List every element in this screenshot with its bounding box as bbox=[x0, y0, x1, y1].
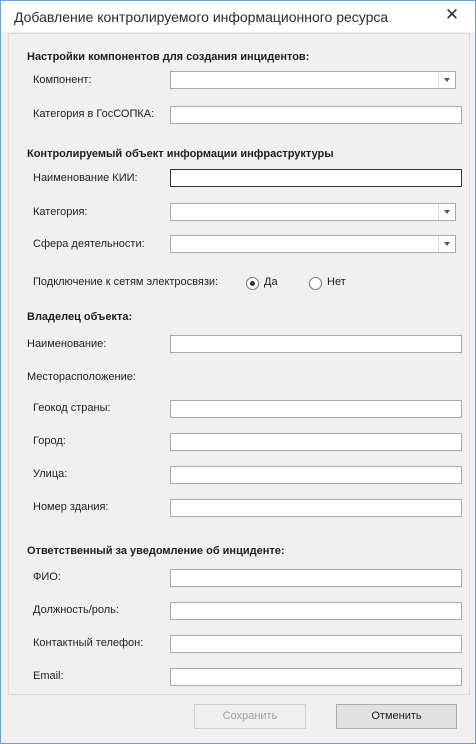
responsible-section-header: Ответственный за уведомление об инцидент… bbox=[27, 545, 285, 557]
city-label: Город: bbox=[33, 435, 66, 447]
gossopka-category-label: Категория в ГосСОПКА: bbox=[33, 108, 155, 120]
radio-selected-dot bbox=[250, 281, 255, 286]
email-field[interactable] bbox=[170, 668, 462, 686]
owner-section-header: Владелец объекта: bbox=[27, 311, 133, 323]
component-combo[interactable] bbox=[170, 71, 456, 89]
kii-category-combo[interactable] bbox=[170, 203, 456, 221]
combo-separator bbox=[438, 72, 439, 88]
owner-name-field[interactable] bbox=[170, 335, 462, 353]
fio-field[interactable] bbox=[170, 569, 462, 587]
role-label: Должность/роль: bbox=[33, 604, 119, 616]
role-field[interactable] bbox=[170, 602, 462, 620]
kii-category-label: Категория: bbox=[33, 206, 88, 218]
network-connection-label: Подключение к сетям электросвязи: bbox=[33, 276, 219, 288]
combo-separator bbox=[438, 204, 439, 220]
building-number-field[interactable] bbox=[170, 499, 462, 517]
components-section-header: Настройки компонентов для создания инцид… bbox=[27, 51, 310, 63]
street-field[interactable] bbox=[170, 466, 462, 484]
kii-section-header: Контролируемый объект информации инфраст… bbox=[27, 148, 334, 160]
window-title: Добавление контролируемого информационно… bbox=[14, 9, 389, 25]
activity-sphere-label: Сфера деятельности: bbox=[33, 238, 145, 250]
network-yes-label[interactable]: Да bbox=[264, 276, 278, 288]
combo-separator bbox=[438, 236, 439, 252]
owner-name-label: Наименование: bbox=[27, 338, 107, 350]
network-no-radio[interactable] bbox=[309, 277, 322, 290]
network-yes-radio[interactable] bbox=[246, 277, 259, 290]
close-icon[interactable]: ✕ bbox=[443, 5, 461, 25]
phone-field[interactable] bbox=[170, 635, 462, 653]
location-label: Месторасположение: bbox=[27, 371, 136, 383]
street-label: Улица: bbox=[33, 468, 68, 480]
dialog-window: Добавление контролируемого информационно… bbox=[0, 0, 476, 744]
chevron-down-icon[interactable] bbox=[444, 242, 450, 246]
cancel-button[interactable]: Отменить bbox=[336, 704, 457, 729]
kii-name-field[interactable] bbox=[170, 169, 462, 187]
building-number-label: Номер здания: bbox=[33, 501, 109, 513]
country-geocode-field[interactable] bbox=[170, 400, 462, 418]
phone-label: Контактный телефон: bbox=[33, 637, 144, 649]
city-field[interactable] bbox=[170, 433, 462, 451]
network-no-label[interactable]: Нет bbox=[327, 276, 346, 288]
email-label: Email: bbox=[33, 670, 64, 682]
title-bar[interactable]: Добавление контролируемого информационно… bbox=[1, 1, 475, 32]
chevron-down-icon[interactable] bbox=[444, 210, 450, 214]
gossopka-category-field[interactable] bbox=[170, 106, 462, 124]
form-panel: Настройки компонентов для создания инцид… bbox=[8, 33, 470, 695]
component-label: Компонент: bbox=[33, 74, 92, 86]
fio-label: ФИО: bbox=[33, 571, 61, 583]
kii-name-label: Наименование КИИ: bbox=[33, 172, 138, 184]
save-button[interactable]: Сохранить bbox=[194, 704, 306, 729]
country-geocode-label: Геокод страны: bbox=[33, 402, 111, 414]
activity-sphere-combo[interactable] bbox=[170, 235, 456, 253]
chevron-down-icon[interactable] bbox=[444, 78, 450, 82]
